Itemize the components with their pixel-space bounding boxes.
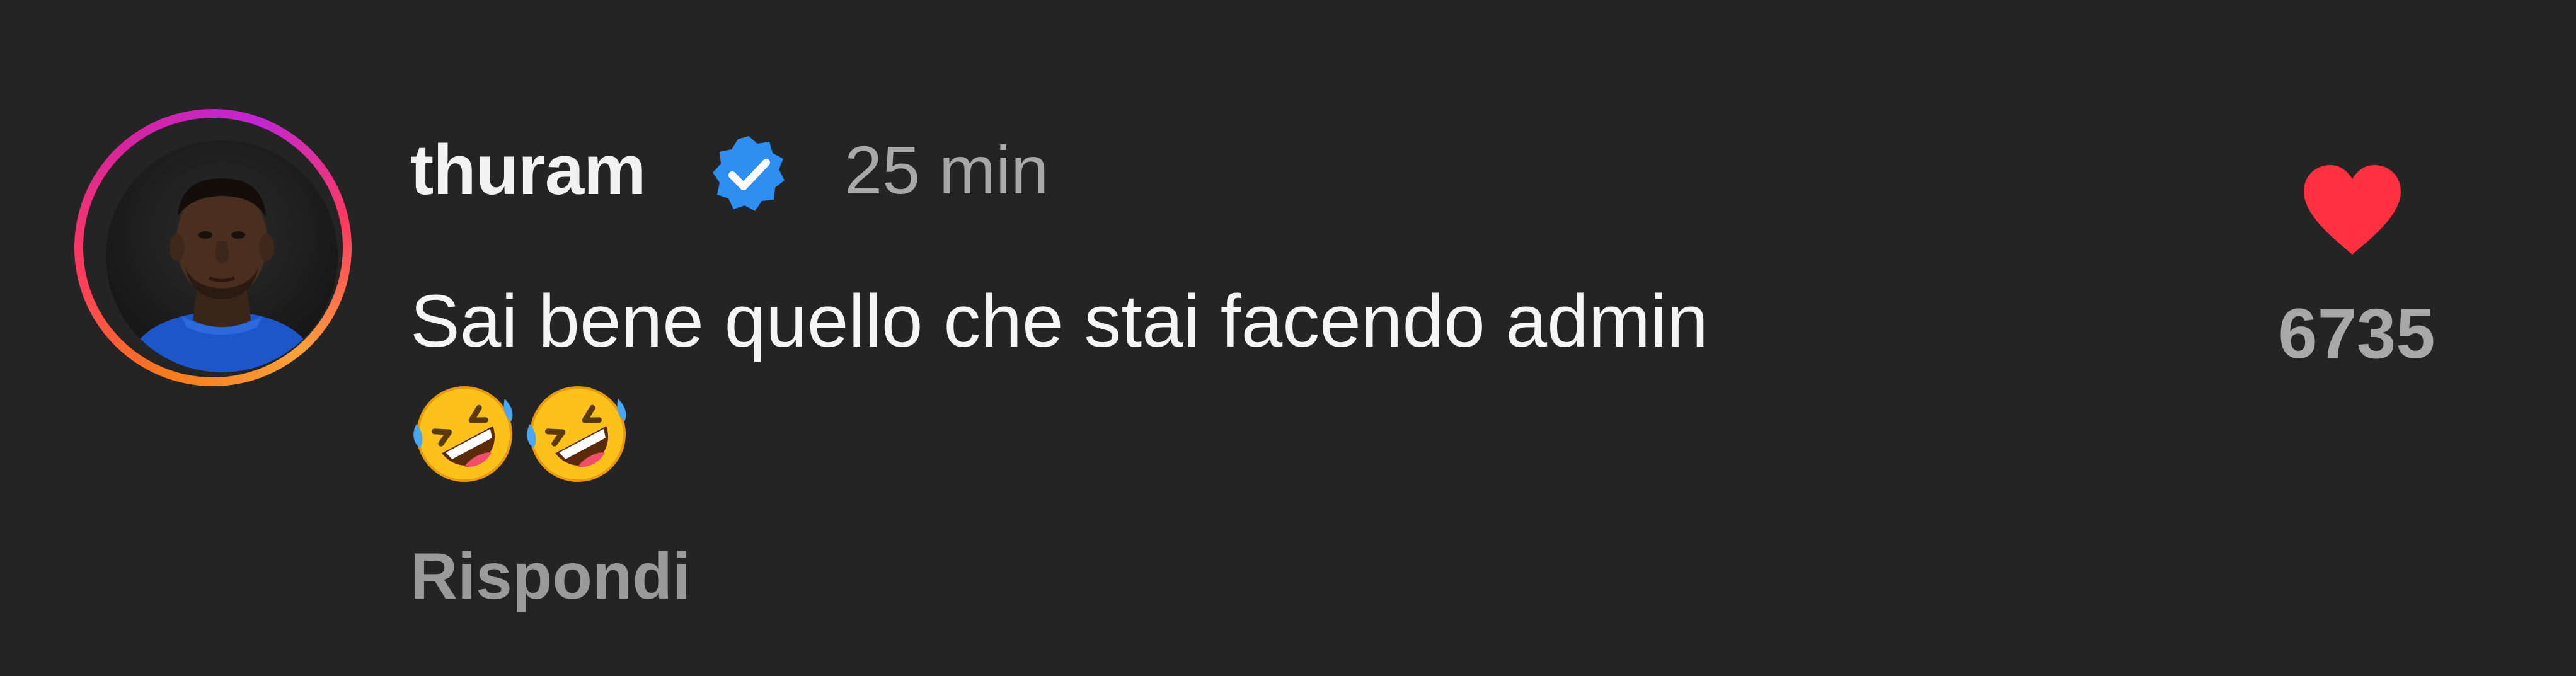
rolling-on-floor-laughing-emoji bbox=[413, 386, 513, 482]
avatar-ring-gap bbox=[83, 118, 343, 377]
username[interactable]: thuram bbox=[410, 129, 647, 211]
comment-text: Sai bene quello che stai facendo admin bbox=[410, 280, 1708, 363]
rolling-on-floor-laughing-emoji bbox=[527, 386, 626, 482]
story-ring[interactable] bbox=[74, 109, 352, 386]
avatar[interactable] bbox=[106, 140, 338, 372]
comment-timestamp: 25 min bbox=[844, 132, 1049, 208]
comment-item: thuram 25 min Sai bene quello che stai f… bbox=[0, 0, 2576, 676]
heart-icon[interactable] bbox=[2299, 163, 2406, 257]
avatar-photo bbox=[106, 140, 338, 372]
comment-emojis bbox=[410, 380, 632, 482]
reply-button[interactable]: Rispondi bbox=[410, 536, 691, 617]
verified-badge-icon bbox=[713, 136, 785, 211]
like-count: 6735 bbox=[2278, 294, 2435, 373]
